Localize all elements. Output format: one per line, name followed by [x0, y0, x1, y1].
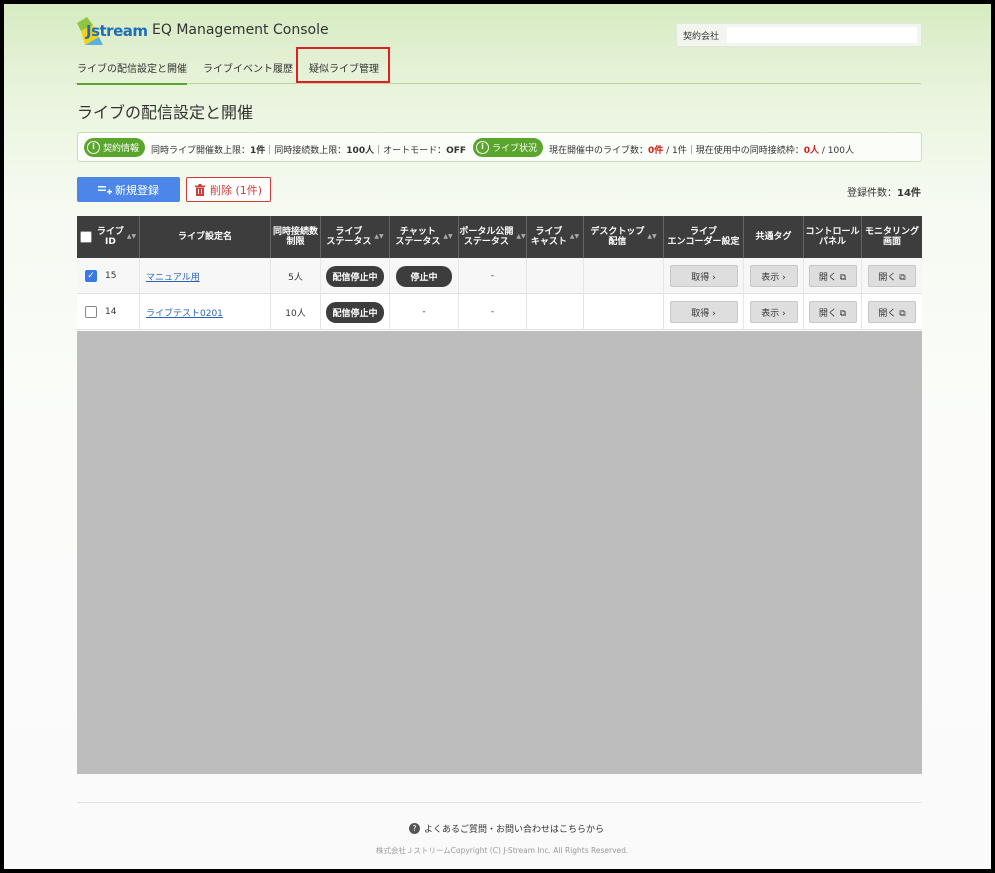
row-monitor-cell: 開く ⧉	[862, 258, 922, 294]
live-name-link[interactable]: ライブテスト0201	[146, 306, 223, 319]
main-tabs: ライブの配信設定と開催 ライブイベント履歴 疑似ライブ管理	[75, 54, 921, 85]
sort-icon: ▲▼	[516, 233, 526, 240]
page-title: ライブの配信設定と開催	[77, 103, 254, 122]
row-limit-cell: 10人	[271, 294, 321, 330]
table-header: ライブ ID ▲▼ ライブ設定名 同時接続数 制限 ライブ ステータス ▲▼ チャッ…	[77, 216, 922, 258]
open-control-panel-button[interactable]: 開く ⧉	[808, 301, 857, 323]
info-bar: i 契約情報 同時ライブ開催数上限：1件｜同時接続数上限：100人｜オートモード…	[77, 132, 922, 162]
contract-label: 契約会社	[683, 32, 720, 42]
copyright: 株式会社ＪストリームCopyright (C) J-Stream Inc. Al…	[376, 846, 629, 855]
col-chat-status[interactable]: チャット ステータス ▲▼	[390, 216, 459, 258]
open-control-panel-button[interactable]: 開く ⧉	[808, 265, 857, 287]
tab-live-settings[interactable]: ライブの配信設定と開催	[77, 60, 187, 85]
contract-info-badge: i 契約情報	[84, 138, 146, 157]
app-title: EQ Management Console	[152, 22, 329, 38]
sort-icon: ▲▼	[443, 233, 453, 240]
col-live-name: ライブ設定名	[140, 216, 271, 258]
row-encoder-cell: 取得 ›	[664, 258, 744, 294]
row-cast-cell	[527, 294, 584, 330]
row-tag-cell: 表示 ›	[744, 258, 804, 294]
highlight-box	[296, 47, 390, 83]
row-desktop-cell	[584, 258, 664, 294]
new-register-button[interactable]: 新規登録	[77, 177, 180, 202]
contract-info-text: 同時ライブ開催数上限：1件｜同時接続数上限：100人｜オートモード：OFF	[151, 146, 467, 156]
contract-selector: 契約会社	[676, 23, 922, 47]
tab-live-event-history[interactable]: ライブイベント履歴	[203, 60, 293, 83]
info-icon: i	[476, 141, 489, 154]
logo-text: Jstream	[86, 22, 148, 40]
row-limit-cell: 5人	[271, 258, 321, 294]
jstream-logo[interactable]: Jstream	[75, 17, 148, 47]
sort-icon: ▲▼	[126, 233, 137, 240]
table-row: 14 ライブテスト0201 10人 配信停止中 - - 取得 › 表示 › 開く…	[77, 294, 922, 330]
col-control-panel: コントロール パネル	[804, 216, 862, 258]
row-portal-status-cell: -	[459, 258, 527, 294]
col-desktop-delivery[interactable]: デスクトップ 配信 ▲▼	[584, 216, 664, 258]
row-checkbox[interactable]	[85, 306, 97, 318]
row-chat-status-cell: -	[390, 294, 459, 330]
row-encoder-cell: 取得 ›	[664, 294, 744, 330]
get-encoder-button[interactable]: 取得 ›	[669, 265, 738, 287]
col-common-tag: 共通タグ	[744, 216, 804, 258]
question-icon: ?	[409, 823, 420, 834]
open-monitoring-button[interactable]: 開く ⧉	[868, 301, 916, 323]
sort-icon: ▲▼	[374, 233, 384, 240]
select-all-checkbox[interactable]	[79, 231, 92, 243]
show-tag-button[interactable]: 表示 ›	[749, 301, 798, 323]
row-control-cell: 開く ⧉	[804, 258, 862, 294]
live-status-badge: i ライブ状況	[473, 138, 544, 157]
row-name-cell: マニュアル用	[140, 258, 271, 294]
row-desktop-cell	[584, 294, 664, 330]
open-monitoring-button[interactable]: 開く ⧉	[868, 265, 916, 287]
trash-icon	[194, 183, 205, 196]
info-icon: i	[87, 141, 100, 154]
get-encoder-button[interactable]: 取得 ›	[669, 301, 738, 323]
row-chat-status-cell: 停止中	[390, 258, 459, 294]
live-status-badge: 配信停止中	[326, 265, 384, 287]
live-status-badge: 配信停止中	[326, 301, 384, 323]
col-live-cast[interactable]: ライブ キャスト ▲▼	[527, 216, 584, 258]
app-frame: Jstream EQ Management Console 契約会社 ライブの配…	[2, 2, 993, 871]
row-monitor-cell: 開く ⧉	[862, 294, 922, 330]
row-id-cell: ✓ 15	[77, 258, 140, 294]
live-name-link[interactable]: マニュアル用	[146, 270, 200, 283]
masked-table-area	[77, 331, 922, 774]
col-portal-status[interactable]: ポータル公開 ステータス ▲▼	[459, 216, 527, 258]
row-id-cell: 14	[77, 294, 140, 330]
row-tag-cell: 表示 ›	[744, 294, 804, 330]
col-live-status[interactable]: ライブ ステータス ▲▼	[321, 216, 390, 258]
col-encoder-settings: ライブ エンコーダー設定	[664, 216, 744, 258]
sort-icon: ▲▼	[569, 233, 580, 240]
col-connection-limit: 同時接続数 制限	[271, 216, 321, 258]
row-live-status-cell: 配信停止中	[321, 258, 390, 294]
delete-button[interactable]: 削除 (1件)	[186, 177, 271, 202]
row-portal-status-cell: -	[459, 294, 527, 330]
registration-count: 登録件数：14件	[847, 188, 921, 199]
add-list-icon	[98, 185, 112, 194]
contract-input[interactable]	[727, 27, 917, 43]
show-tag-button[interactable]: 表示 ›	[749, 265, 798, 287]
row-name-cell: ライブテスト0201	[140, 294, 271, 330]
row-checkbox[interactable]: ✓	[85, 270, 97, 282]
col-monitoring: モニタリング 画面	[864, 227, 919, 247]
live-status-text: 現在開催中のライブ数：0件 / 1件｜現在使用中の同時接続枠：0人 / 100人	[549, 146, 854, 156]
chat-status-badge: 停止中	[396, 265, 452, 287]
row-live-status-cell: 配信停止中	[321, 294, 390, 330]
footer-divider	[77, 802, 922, 803]
table-row: ✓ 15 マニュアル用 5人 配信停止中 停止中 - 取得 › 表示 › 開く …	[77, 258, 922, 294]
row-control-cell: 開く ⧉	[804, 294, 862, 330]
row-cast-cell	[527, 258, 584, 294]
faq-link[interactable]: ? よくあるご質問・お問い合わせはこちらから	[409, 822, 604, 835]
col-live-id[interactable]: ライブ ID ▲▼	[77, 216, 140, 258]
sort-icon: ▲▼	[647, 233, 657, 240]
